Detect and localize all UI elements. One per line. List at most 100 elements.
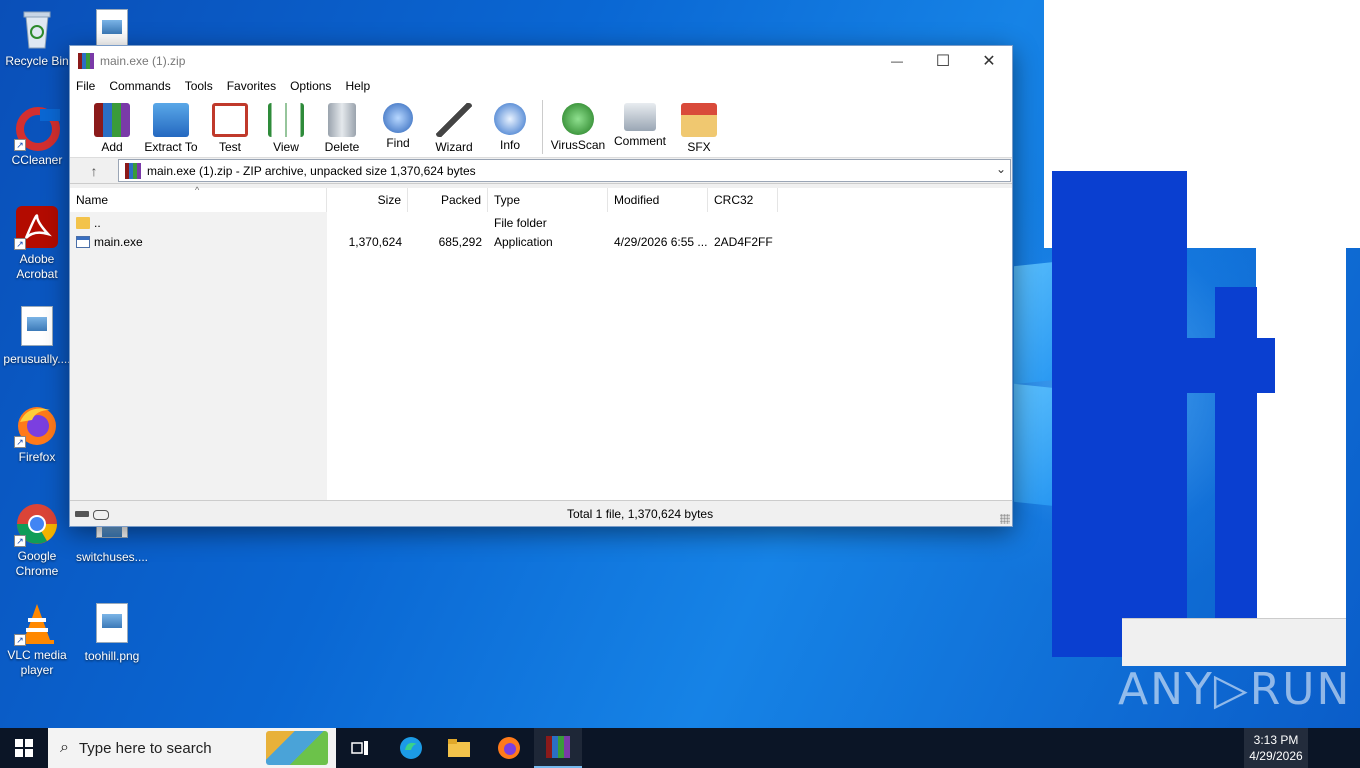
column-header-label: Modified — [614, 193, 660, 207]
virusscan-button[interactable]: VirusScan — [547, 96, 609, 152]
shortcut-arrow-icon: ↗ — [14, 535, 26, 547]
title-bar[interactable]: main.exe (1).zip — ☐ ✕ — [70, 46, 1012, 76]
taskbar-file-explorer[interactable] — [435, 728, 483, 768]
winrar-window: main.exe (1).zip — ☐ ✕ File Commands Too… — [69, 45, 1013, 527]
column-header-label: Type — [494, 193, 521, 207]
close-button[interactable]: ✕ — [966, 46, 1012, 76]
task-view-button[interactable] — [336, 728, 384, 768]
windows-logo-icon — [15, 739, 33, 757]
system-clock[interactable]: 3:13 PM 4/29/2026 — [1244, 728, 1308, 768]
column-header-type[interactable]: Type — [488, 188, 608, 212]
row-modified: 4/29/2026 6:55 ... — [614, 235, 708, 249]
folder-icon — [448, 739, 470, 757]
toolbar: Add Extract To Test View Delete Find Wiz… — [70, 96, 1012, 158]
menu-help[interactable]: Help — [345, 79, 370, 93]
minimize-button[interactable]: — — [874, 46, 920, 76]
start-button[interactable] — [0, 728, 48, 768]
taskbar-search[interactable]: ⌕ Type here to search — [48, 728, 336, 768]
drive-key-icon[interactable] — [75, 509, 109, 520]
search-icon: ⌕ — [60, 739, 69, 756]
window-controls: — ☐ ✕ — [874, 46, 1012, 76]
magic-wand-icon — [436, 103, 472, 137]
column-header-size[interactable]: Size — [327, 188, 408, 212]
extract-folder-icon — [153, 103, 189, 137]
menu-commands[interactable]: Commands — [109, 79, 170, 93]
wizard-button[interactable]: Wizard — [426, 96, 482, 154]
column-header-name[interactable]: Name — [70, 188, 327, 212]
taskbar-edge[interactable] — [387, 728, 435, 768]
folder-icon — [76, 217, 90, 229]
column-header-crc32[interactable]: CRC32 — [708, 188, 778, 212]
delete-button[interactable]: Delete — [314, 96, 370, 154]
view-button[interactable]: View — [258, 96, 314, 154]
menu-options[interactable]: Options — [290, 79, 331, 93]
column-header-label: Size — [377, 193, 401, 207]
desktop-icon-ccleaner[interactable]: ↗ CCleaner — [0, 105, 74, 168]
row-type: Application — [494, 235, 553, 249]
magnifier-icon — [383, 103, 413, 133]
taskbar-winrar[interactable] — [534, 728, 582, 768]
find-button[interactable]: Find — [370, 96, 426, 150]
comment-label: Comment — [613, 134, 666, 148]
desktop-icon-label: perusually.... — [3, 352, 71, 366]
row-crc32: 2AD4F2FF — [714, 235, 773, 249]
row-packed: 685,292 — [438, 235, 482, 249]
address-bar: ↑ main.exe (1).zip - ZIP archive, unpack… — [70, 158, 1012, 184]
desktop-icon-firefox[interactable]: ↗ Firefox — [0, 402, 74, 465]
taskbar: ⌕ Type here to search 3:13 PM 4/29/2026 — [0, 728, 1360, 768]
desktop-icon-vlc[interactable]: ↗ VLC media player — [0, 600, 74, 678]
shortcut-arrow-icon: ↗ — [14, 238, 26, 250]
trash-can-icon — [328, 103, 356, 137]
anyrun-watermark: ANY▷RUN — [1118, 664, 1352, 715]
image-file-icon — [21, 306, 53, 346]
desktop-icon-perusually[interactable]: perusually.... — [0, 303, 74, 367]
column-header-packed[interactable]: Packed — [408, 188, 488, 212]
test-clipboard-icon — [212, 103, 248, 137]
book-view-icon — [268, 103, 304, 137]
info-button[interactable]: Info — [482, 96, 538, 152]
column-header-label: CRC32 — [714, 193, 754, 207]
column-header-label: Name — [76, 193, 109, 207]
virus-scan-icon — [562, 103, 594, 135]
recycle-bin-icon — [14, 6, 60, 52]
delete-label: Delete — [324, 140, 360, 154]
chevron-down-icon[interactable]: ⌄ — [996, 162, 1006, 176]
clock-time: 3:13 PM — [1253, 733, 1299, 747]
row-size: 1,370,624 — [348, 235, 402, 249]
info-icon — [494, 103, 526, 135]
column-header-label: Packed — [440, 193, 481, 207]
desktop-icon-adobe-acrobat[interactable]: ↗ Adobe Acrobat — [0, 204, 74, 282]
taskbar-firefox[interactable] — [485, 728, 533, 768]
comment-button[interactable]: Comment — [609, 96, 671, 148]
background-window-strip — [1256, 0, 1346, 618]
vlc-cone-icon: ↗ — [14, 600, 60, 646]
test-button[interactable]: Test — [202, 96, 258, 154]
background-window-footer — [1122, 618, 1346, 666]
resize-grip-icon[interactable] — [1000, 514, 1010, 524]
row-type: File folder — [494, 216, 547, 230]
menu-tools[interactable]: Tools — [185, 79, 213, 93]
info-label: Info — [499, 138, 520, 152]
file-list[interactable]: ^ Name Size Packed Type Modified CRC32 .… — [70, 185, 1012, 500]
column-header-modified[interactable]: Modified — [608, 188, 708, 212]
virusscan-label: VirusScan — [550, 138, 606, 152]
desktop-icon-google-chrome[interactable]: ↗ Google Chrome — [0, 501, 74, 579]
menu-bar: File Commands Tools Favorites Options He… — [70, 76, 1012, 96]
desktop-icon-label: VLC media player — [7, 648, 67, 677]
menu-favorites[interactable]: Favorites — [227, 79, 276, 93]
table-row-name[interactable]: main.exe — [76, 233, 143, 251]
add-button[interactable]: Add — [84, 96, 140, 154]
address-text: main.exe (1).zip - ZIP archive, unpacked… — [147, 163, 476, 178]
menu-file[interactable]: File — [76, 79, 95, 93]
desktop-icon-toohill[interactable]: toohill.png — [75, 600, 149, 664]
desktop-icon-recycle-bin[interactable]: Recycle Bin — [0, 6, 74, 69]
extract-to-label: Extract To — [144, 140, 198, 154]
sfx-button[interactable]: SFX — [671, 96, 727, 154]
table-row-name[interactable]: .. — [76, 214, 101, 232]
extract-to-button[interactable]: Extract To — [140, 96, 202, 154]
address-field[interactable]: main.exe (1).zip - ZIP archive, unpacked… — [118, 159, 1011, 182]
status-bar: Total 1 file, 1,370,624 bytes — [70, 500, 1012, 526]
maximize-button[interactable]: ☐ — [920, 46, 966, 76]
up-arrow-icon[interactable]: ↑ — [70, 163, 118, 179]
zip-archive-icon — [125, 162, 141, 179]
